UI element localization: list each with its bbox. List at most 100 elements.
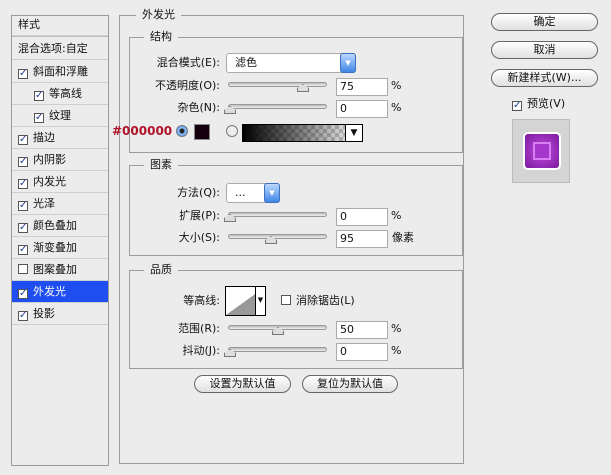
sidebar-item-label: 投影	[33, 307, 55, 320]
technique-select[interactable]: ... ▼	[226, 183, 280, 203]
size-slider[interactable]	[228, 234, 327, 244]
solid-color-radio[interactable]	[176, 125, 188, 137]
opacity-slider[interactable]	[228, 82, 327, 92]
checkbox-icon[interactable]	[34, 113, 44, 123]
antialias-label: 消除锯齿(L)	[296, 294, 355, 307]
spread-input[interactable]: 0	[336, 208, 388, 226]
checkbox-icon[interactable]	[18, 289, 28, 299]
opacity-label: 不透明度(O):	[155, 79, 220, 92]
chevron-down-icon[interactable]: ▼	[255, 287, 265, 315]
preview-checkbox[interactable]: 预览(V)	[512, 97, 565, 111]
cancel-button[interactable]: 取消	[491, 41, 598, 59]
sidebar-item-label: 图案叠加	[33, 263, 77, 276]
gradient-radio[interactable]	[226, 125, 238, 137]
chevron-down-icon[interactable]: ▼	[345, 125, 362, 141]
checkbox-icon[interactable]	[18, 264, 28, 274]
sidebar-item[interactable]: 内阴影	[12, 149, 108, 171]
sidebar-item[interactable]: 外发光	[12, 281, 108, 303]
ok-button[interactable]: 确定	[491, 13, 598, 31]
preview-thumbnail	[525, 134, 559, 168]
checkbox-icon[interactable]	[18, 245, 28, 255]
opacity-unit: %	[391, 79, 402, 92]
checkbox-icon[interactable]	[18, 69, 28, 79]
elements-title: 图素	[144, 158, 178, 172]
range-slider-thumb[interactable]	[272, 327, 284, 335]
opacity-input[interactable]: 75	[336, 78, 388, 96]
jitter-input[interactable]: 0	[336, 343, 388, 361]
sidebar-item[interactable]: 描边	[12, 127, 108, 149]
make-default-button[interactable]: 设置为默认值	[194, 375, 291, 393]
checkbox-icon[interactable]	[18, 311, 28, 321]
sidebar-item[interactable]: 颜色叠加	[12, 215, 108, 237]
new-style-button[interactable]: 新建样式(W)...	[491, 69, 598, 87]
technique-value: ...	[235, 186, 246, 199]
size-input[interactable]: 95	[336, 230, 388, 248]
noise-label: 杂色(N):	[177, 101, 220, 114]
reset-default-button[interactable]: 复位为默认值	[302, 375, 398, 393]
checkbox-icon[interactable]	[34, 91, 44, 101]
noise-unit: %	[391, 101, 402, 114]
checkbox-icon[interactable]	[281, 295, 291, 305]
chevron-down-icon: ▼	[340, 53, 356, 73]
noise-slider[interactable]	[224, 104, 327, 114]
blend-mode-value: 滤色	[235, 56, 257, 69]
sidebar-item-label: 渐变叠加	[33, 241, 77, 254]
sidebar-item[interactable]: 纹理	[12, 105, 108, 127]
checkbox-icon[interactable]	[18, 179, 28, 189]
sidebar-item-label: 颜色叠加	[33, 219, 77, 232]
glow-color-swatch[interactable]	[194, 124, 210, 140]
sidebar-item-label: 内阴影	[33, 153, 66, 166]
contour-label: 等高线:	[183, 294, 220, 307]
noise-input[interactable]: 0	[336, 100, 388, 118]
jitter-slider[interactable]	[224, 347, 327, 357]
range-input[interactable]: 50	[336, 321, 388, 339]
sidebar-item-label: 等高线	[49, 87, 82, 100]
sidebar-item[interactable]: 图案叠加	[12, 259, 108, 281]
jitter-label: 抖动(J):	[182, 344, 220, 357]
checkbox-icon[interactable]	[512, 101, 522, 111]
size-unit: 像素	[392, 231, 414, 244]
sidebar-item-label: 外发光	[33, 285, 66, 298]
size-slider-thumb[interactable]	[265, 236, 277, 244]
size-label: 大小(S):	[178, 231, 220, 244]
preview-inner	[533, 142, 551, 160]
blend-mode-label: 混合模式(E):	[156, 56, 220, 69]
range-unit: %	[391, 322, 402, 335]
sidebar-item[interactable]: 投影	[12, 303, 108, 325]
chevron-down-icon: ▼	[264, 183, 280, 203]
antialias-checkbox[interactable]: 消除锯齿(L)	[281, 294, 355, 308]
structure-title: 结构	[144, 30, 178, 44]
spread-label: 扩展(P):	[179, 209, 220, 222]
sidebar-item-label: 纹理	[49, 109, 71, 122]
sidebar-item[interactable]: 光泽	[12, 193, 108, 215]
style-preview	[512, 119, 570, 183]
gradient-picker[interactable]: ▼	[242, 124, 363, 142]
checkbox-icon[interactable]	[18, 201, 28, 211]
opacity-slider-thumb[interactable]	[297, 84, 309, 92]
sidebar-item[interactable]: 内发光	[12, 171, 108, 193]
sidebar-item-label: 描边	[33, 131, 55, 144]
contour-picker[interactable]: ▼	[225, 286, 266, 316]
sidebar-item[interactable]: 等高线	[12, 83, 108, 105]
preview-label: 预览(V)	[527, 97, 566, 110]
sidebar-item-label: 内发光	[33, 175, 66, 188]
styles-list: 样式 混合选项:自定 斜面和浮雕等高线纹理描边内阴影内发光光泽颜色叠加渐变叠加图…	[11, 15, 109, 466]
spread-slider[interactable]	[224, 212, 327, 222]
blend-mode-select[interactable]: 滤色 ▼	[226, 53, 356, 73]
styles-header: 样式	[12, 16, 108, 36]
range-label: 范围(R):	[178, 322, 220, 335]
sidebar-item-label: 斜面和浮雕	[33, 65, 88, 78]
sidebar-item[interactable]: 渐变叠加	[12, 237, 108, 259]
spread-unit: %	[391, 209, 402, 222]
sidebar-item-label: 光泽	[33, 197, 55, 210]
checkbox-icon[interactable]	[18, 135, 28, 145]
technique-label: 方法(Q):	[177, 186, 220, 199]
panel-title: 外发光	[136, 8, 181, 22]
checkbox-icon[interactable]	[18, 223, 28, 233]
checkbox-icon[interactable]	[18, 157, 28, 167]
sidebar-item[interactable]: 斜面和浮雕	[12, 61, 108, 83]
jitter-unit: %	[391, 344, 402, 357]
blend-options-item[interactable]: 混合选项:自定	[12, 36, 108, 60]
range-slider[interactable]	[228, 325, 327, 335]
quality-title: 品质	[144, 263, 178, 277]
